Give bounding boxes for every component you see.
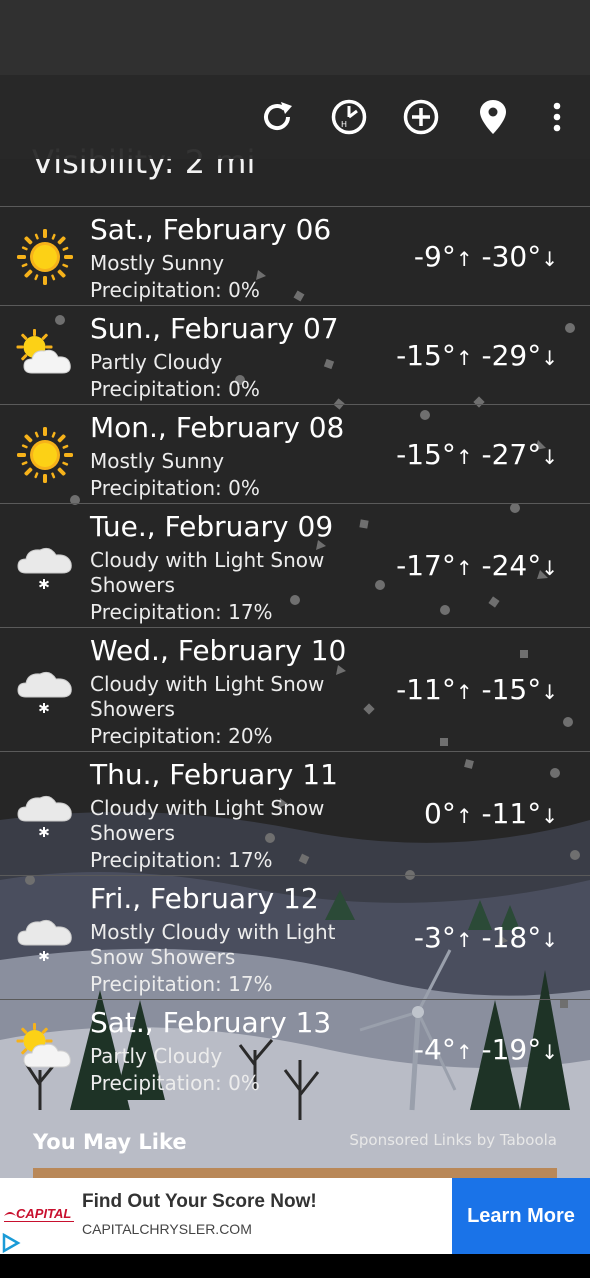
forecast-day-row[interactable]: Wed., February 10 Cloudy with Light Snow …	[0, 627, 590, 751]
forecast-condition: Partly Cloudy	[90, 1044, 223, 1068]
forecast-temperatures: -15°↑ -27°↓	[396, 438, 558, 474]
forecast-day-row[interactable]: Mon., February 08 Mostly Sunny Precipitati…	[0, 404, 590, 503]
ad-url[interactable]: CAPITALCHRYSLER.COM	[82, 1221, 252, 1237]
forecast-date: Fri., February 12	[90, 882, 319, 915]
forecast-condition: Mostly Sunny	[90, 251, 225, 275]
forecast-precipitation: Precipitation: 0%	[90, 1071, 260, 1095]
arrow-up-icon: ↑	[455, 556, 473, 580]
capital-chrysler-logo: CAPITAL	[4, 1206, 74, 1222]
forecast-condition: Partly Cloudy	[90, 350, 223, 374]
forecast-day-row[interactable]: Sun., February 07 Partly Cloudy Precipitat…	[0, 305, 590, 404]
status-bar	[0, 0, 590, 75]
forecast-condition: Cloudy with Light Snow Showers	[90, 796, 325, 845]
system-nav-bar	[0, 1254, 590, 1278]
location-pin-icon[interactable]	[471, 95, 515, 139]
forecast-day-row[interactable]: Thu., February 11 Cloudy with Light Snow …	[0, 751, 590, 875]
forecast-day-row[interactable]: Tue., February 09 Cloudy with Light Snow …	[0, 503, 590, 627]
forecast-temperatures: -17°↑ -24°↓	[396, 549, 558, 585]
forecast-temperatures: -9°↑ -30°↓	[414, 240, 558, 276]
forecast-date: Sat., February 13	[90, 1006, 332, 1039]
low-temp: -19°	[481, 1032, 542, 1066]
svg-text:H: H	[341, 120, 347, 129]
forecast-condition: Mostly Sunny	[90, 449, 225, 473]
sun-icon	[14, 424, 76, 486]
sponsored-links-label[interactable]: Sponsored Links by Taboola	[349, 1131, 557, 1149]
svg-text:CAPITAL: CAPITAL	[16, 1206, 71, 1221]
you-may-like-heading: You May Like	[33, 1130, 187, 1154]
learn-more-button[interactable]: Learn More	[452, 1178, 590, 1254]
arrow-down-icon: ↓	[541, 345, 558, 370]
refresh-icon[interactable]	[255, 95, 299, 139]
arrow-down-icon: ↓	[541, 928, 558, 952]
arrow-up-icon: ↑	[455, 804, 473, 828]
adchoices-icon[interactable]	[0, 1232, 22, 1254]
banner-ad[interactable]: CAPITAL Find Out Your Score Now! CAPITAL…	[0, 1178, 590, 1254]
low-temp: -27°	[481, 437, 542, 471]
add-location-icon[interactable]	[399, 95, 443, 139]
low-temp: -15°	[481, 673, 542, 706]
history-clock-icon[interactable]: H	[327, 95, 371, 139]
forecast-day-row[interactable]: Sat., February 06 Mostly Sunny Precipitati…	[0, 206, 590, 305]
toolbar: H	[0, 75, 590, 159]
sun-icon	[14, 226, 76, 288]
arrow-up-icon: ↑	[455, 928, 473, 952]
forecast-precipitation: Precipitation: 17%	[90, 600, 273, 624]
arrow-down-icon: ↓	[541, 1039, 558, 1064]
forecast-precipitation: Precipitation: 17%	[90, 848, 273, 872]
arrow-up-icon: ↑	[455, 444, 473, 469]
forecast-date: Sat., February 06	[90, 213, 332, 246]
arrow-up-icon: ↑	[455, 680, 473, 704]
forecast-temperatures: -11°↑ -15°↓	[396, 673, 558, 709]
forecast-date: Wed., February 10	[90, 634, 347, 667]
high-temp: -15°	[396, 437, 456, 471]
forecast-condition: Cloudy with Light Snow Showers	[90, 672, 325, 721]
arrow-down-icon: ↓	[541, 444, 558, 469]
snow-cloud-icon	[14, 783, 76, 845]
forecast-precipitation: Precipitation: 20%	[90, 724, 273, 748]
snow-cloud-icon	[14, 535, 76, 597]
forecast-date: Tue., February 09	[90, 510, 334, 543]
snow-cloud-icon	[14, 907, 76, 969]
high-temp: -3°	[413, 921, 456, 954]
arrow-down-icon: ↓	[541, 556, 558, 580]
forecast-temperatures: -4°↑ -19°↓	[414, 1033, 558, 1069]
snow-cloud-icon	[14, 659, 76, 721]
forecast-date: Sun., February 07	[90, 312, 339, 345]
low-temp: -11°	[481, 797, 542, 830]
forecast-precipitation: Precipitation: 0%	[90, 278, 260, 302]
high-temp: -9°	[413, 239, 456, 273]
low-temp: -18°	[481, 921, 542, 954]
ad-title[interactable]: Find Out Your Score Now!	[82, 1191, 317, 1213]
forecast-date: Mon., February 08	[90, 411, 345, 444]
forecast-day-row[interactable]: Fri., February 12 Mostly Cloudy with Ligh…	[0, 875, 590, 999]
low-temp: -30°	[481, 239, 542, 273]
high-temp: -11°	[396, 673, 456, 706]
forecast-condition: Cloudy with Light Snow Showers	[90, 548, 325, 597]
forecast-temperatures: -15°↑ -29°↓	[396, 339, 558, 375]
forecast-date: Thu., February 11	[90, 758, 338, 791]
forecast-day-row[interactable]: Sat., February 13 Partly Cloudy Precipitat…	[0, 999, 590, 1098]
arrow-down-icon: ↓	[541, 804, 558, 828]
forecast-condition: Mostly Cloudy with Light Snow Showers	[90, 920, 336, 969]
high-temp: -4°	[413, 1032, 456, 1066]
arrow-up-icon: ↑	[455, 246, 473, 271]
arrow-up-icon: ↑	[455, 345, 473, 370]
daily-forecast-list[interactable]: Sat., February 06 Mostly Sunny Precipitati…	[0, 206, 590, 1098]
more-vert-icon[interactable]	[535, 95, 579, 139]
low-temp: -24°	[481, 549, 542, 582]
partly-cloudy-icon	[14, 325, 76, 387]
arrow-down-icon: ↓	[541, 680, 558, 704]
forecast-temperatures: 0°↑ -11°↓	[424, 797, 558, 833]
forecast-precipitation: Precipitation: 0%	[90, 377, 260, 401]
high-temp: -17°	[396, 549, 456, 582]
arrow-down-icon: ↓	[541, 246, 558, 271]
high-temp: -15°	[396, 338, 456, 372]
arrow-up-icon: ↑	[455, 1039, 473, 1064]
forecast-precipitation: Precipitation: 17%	[90, 972, 273, 996]
partly-cloudy-icon	[14, 1019, 76, 1081]
low-temp: -29°	[481, 338, 542, 372]
forecast-temperatures: -3°↑ -18°↓	[414, 921, 558, 957]
forecast-precipitation: Precipitation: 0%	[90, 476, 260, 500]
high-temp: 0°	[424, 797, 456, 830]
